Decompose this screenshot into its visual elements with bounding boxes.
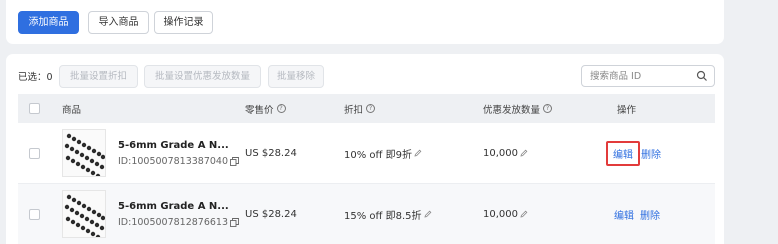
selected-count: 已选：0: [18, 72, 53, 83]
edit-pen-icon[interactable]: [423, 210, 432, 218]
batch-quantity-button[interactable]: 批量设置优惠发放数量: [144, 65, 261, 88]
product-id: ID:1005007813387040: [118, 155, 229, 167]
product-table: 商品 零售价 ? 折扣 ? 优惠发放数量 ? 操作 5-6mm Grade A …: [18, 94, 715, 244]
batch-remove-button[interactable]: 批量移除: [268, 65, 324, 88]
edit-pen-icon[interactable]: [520, 149, 528, 157]
help-icon[interactable]: ?: [276, 104, 286, 113]
copy-icon[interactable]: [230, 156, 239, 166]
table-row: 5-6mm Grade A N... ID:1005007812876613 U…: [18, 184, 715, 244]
delete-button[interactable]: 删除: [641, 146, 661, 161]
product-thumbnail[interactable]: [62, 190, 106, 238]
product-quantity: 10,000: [483, 208, 518, 220]
product-id: ID:1005007812876613: [118, 216, 229, 228]
search-input[interactable]: [590, 69, 690, 83]
add-product-button[interactable]: 添加商品: [18, 11, 79, 34]
column-actions: 操作: [617, 104, 637, 116]
batch-discount-button[interactable]: 批量设置折扣: [59, 65, 138, 88]
product-quantity: 10,000: [483, 147, 518, 159]
copy-icon[interactable]: [230, 217, 239, 227]
product-list-card: 已选：0 批量设置折扣 批量设置优惠发放数量 批量移除 商品 零售价 ? 折扣 …: [6, 54, 724, 244]
help-icon[interactable]: ?: [543, 104, 553, 113]
delete-button[interactable]: 删除: [640, 207, 660, 222]
help-icon[interactable]: ?: [366, 104, 376, 113]
table-row: 5-6mm Grade A N... ID:1005007813387040 U…: [18, 123, 715, 184]
column-product: 商品: [62, 104, 82, 116]
row-checkbox[interactable]: [29, 208, 40, 220]
edit-button[interactable]: 编辑: [606, 140, 640, 166]
edit-pen-icon[interactable]: [520, 210, 528, 218]
edit-pen-icon[interactable]: [414, 149, 422, 157]
search-icon[interactable]: [696, 70, 708, 82]
table-header: 商品 零售价 ? 折扣 ? 优惠发放数量 ? 操作: [18, 94, 715, 123]
product-price: US $28.24: [245, 208, 297, 220]
product-name[interactable]: 5-6mm Grade A N...: [118, 201, 229, 212]
edit-button[interactable]: 编辑: [614, 207, 634, 222]
column-discount: 折扣: [344, 104, 364, 116]
row-checkbox[interactable]: [29, 147, 40, 159]
product-thumbnail[interactable]: [62, 129, 106, 177]
product-discount: 10% off 即9折: [344, 149, 412, 161]
operation-log-button[interactable]: 操作记录: [154, 11, 213, 34]
select-all-checkbox[interactable]: [29, 103, 40, 114]
product-name[interactable]: 5-6mm Grade A N...: [118, 140, 229, 151]
search-box: [581, 65, 715, 87]
column-price: 零售价: [245, 104, 274, 116]
toolbar-card: 添加商品 导入商品 操作记录: [6, 0, 724, 44]
import-product-button[interactable]: 导入商品: [88, 11, 149, 34]
column-quantity: 优惠发放数量: [483, 104, 541, 116]
product-price: US $28.24: [245, 147, 297, 159]
product-discount: 15% off 即8.5折: [344, 210, 422, 222]
